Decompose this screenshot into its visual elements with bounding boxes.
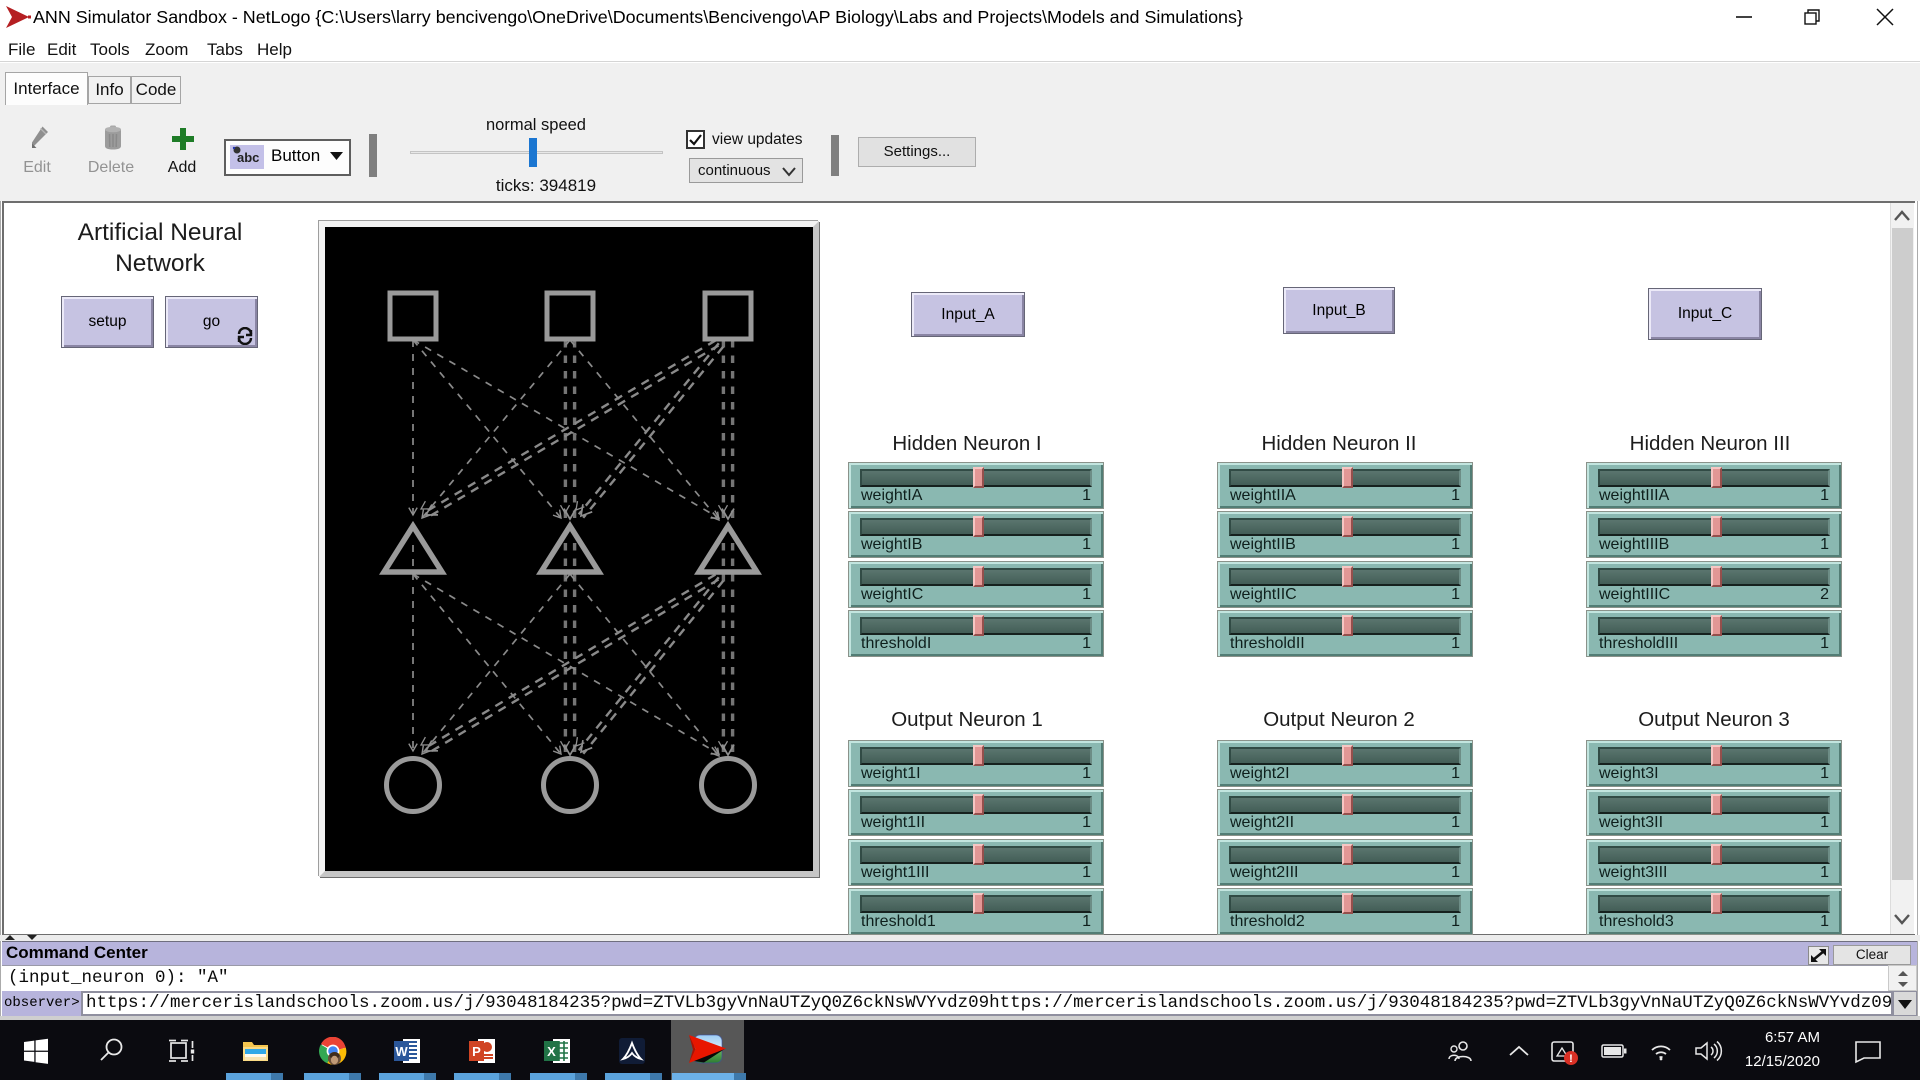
svg-text:P: P xyxy=(472,1044,481,1059)
svg-text:X: X xyxy=(547,1044,556,1059)
svg-text:W: W xyxy=(395,1044,408,1059)
svg-text:!: ! xyxy=(1569,1053,1573,1065)
